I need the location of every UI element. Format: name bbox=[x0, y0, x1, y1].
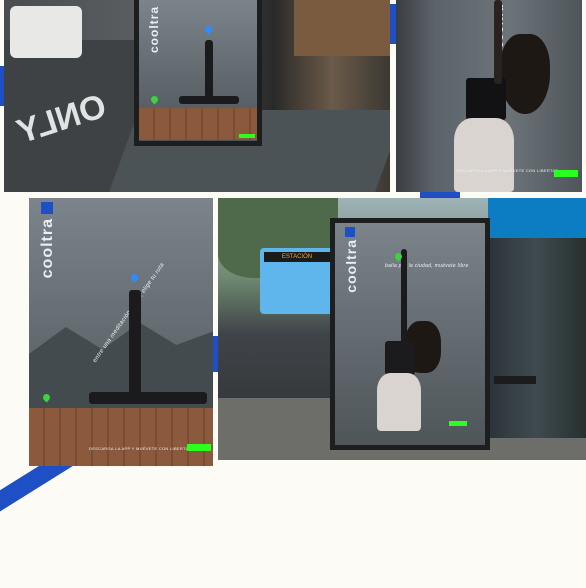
location-pin-icon bbox=[149, 94, 160, 105]
dancer-skirt bbox=[377, 373, 421, 431]
handwritten-dance: baila por la ciudad, muévete libre bbox=[385, 263, 469, 269]
dancer-arm bbox=[494, 0, 502, 84]
footer-caption: DESCARGA LA APP Y MUÉVETE CON LIBERTAD bbox=[89, 446, 192, 451]
dancer-torso bbox=[385, 341, 415, 375]
location-pin-icon bbox=[129, 272, 140, 283]
van bbox=[10, 6, 82, 58]
building-facade bbox=[294, 0, 390, 56]
dancer-torso bbox=[466, 78, 506, 120]
dancer-skirt bbox=[454, 118, 514, 192]
logo: cooltra bbox=[147, 6, 161, 54]
logo-square bbox=[41, 202, 53, 214]
yoga-legs bbox=[205, 40, 213, 98]
photo-street-shelter: ONLY cooltra bbox=[4, 0, 390, 192]
photo-dance-poster: cooltra DESCARGA LA APP Y MUÉVETE CON LI… bbox=[396, 0, 582, 192]
footer-caption: DESCARGA LA APP Y MUÉVETE CON LIBERTAD bbox=[456, 168, 559, 173]
bench bbox=[494, 376, 536, 384]
highlight-bar bbox=[449, 421, 467, 426]
highlight-bar bbox=[554, 170, 578, 177]
poster-yoga-large: cooltra entre una meditación y otra, eli… bbox=[29, 198, 213, 466]
poster-yoga-small: cooltra bbox=[139, 0, 257, 140]
bus-display: ESTACIÓN bbox=[264, 252, 330, 262]
yoga-figure bbox=[89, 392, 207, 404]
logo: cooltra bbox=[39, 218, 56, 279]
wooden-deck bbox=[29, 408, 213, 466]
highlight-bar bbox=[187, 444, 211, 451]
shelter-glass bbox=[486, 238, 586, 438]
dancer-hair bbox=[500, 34, 550, 114]
shelter-roof bbox=[488, 198, 586, 242]
dancer-arm bbox=[401, 249, 407, 347]
highlight-bar bbox=[239, 134, 255, 138]
logo: cooltra bbox=[343, 239, 359, 293]
location-pin-icon bbox=[203, 24, 214, 35]
yoga-legs bbox=[129, 290, 141, 398]
bus: ESTACIÓN bbox=[260, 248, 334, 314]
logo-square bbox=[345, 227, 355, 237]
poster-dance: cooltra baila por la ciudad, muévete lib… bbox=[335, 223, 485, 445]
photo-bus-shelter: ESTACIÓN cooltra baila por la ciudad, mu… bbox=[218, 198, 586, 460]
